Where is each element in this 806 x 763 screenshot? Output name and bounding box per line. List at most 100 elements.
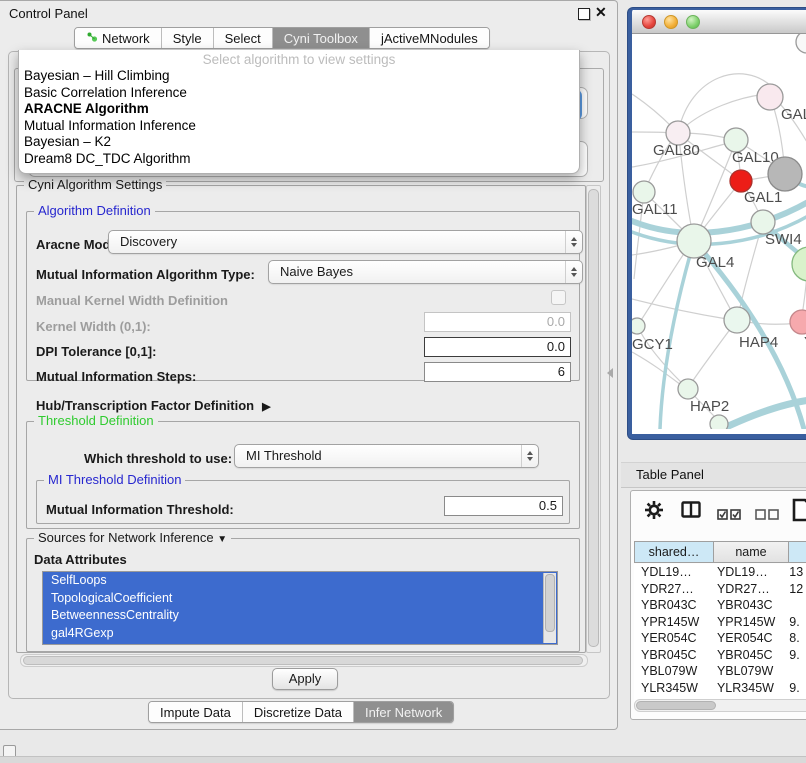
table-cell[interactable]: YBR043C [713,597,785,614]
table-cell[interactable]: 9. [785,647,806,664]
table-cell[interactable]: YER054C [634,630,713,647]
close-traffic-light-icon[interactable] [642,15,656,29]
column-header-name[interactable]: name [713,541,788,563]
table-cell[interactable]: YLR345W [634,680,713,697]
tab-impute-data[interactable]: Impute Data [149,702,243,722]
network-edge-highlighted[interactable] [722,400,806,429]
tab-cyni-toolbox[interactable]: Cyni Toolbox [273,28,370,48]
apply-button[interactable]: Apply [272,668,338,690]
attribute-option-selected[interactable]: BetweennessCentrality [43,607,557,625]
algorithm-option[interactable]: Mutual Information Inference [19,118,579,135]
which-threshold-combo[interactable]: MI Threshold [234,444,539,468]
network-graph[interactable]: GAL7GAL80GAL10GAL1GAL11SWI4GAL4GCY1HAP4Y… [632,34,806,429]
zoom-traffic-light-icon[interactable] [686,15,700,29]
network-edge[interactable] [632,352,681,385]
list-scrollbar[interactable] [543,573,556,643]
close-icon[interactable]: ✕ [595,4,607,21]
table-cell[interactable]: YBR045C [713,647,785,664]
network-node[interactable] [768,157,802,191]
table-row[interactable]: YDL19…YDL19…13 [634,564,806,581]
minimize-traffic-light-icon[interactable] [664,15,678,29]
split-columns-icon[interactable] [681,501,701,522]
aracne-mode-combo[interactable]: Discovery [108,230,583,254]
tab-select[interactable]: Select [214,28,273,48]
table-cell[interactable]: 8. [785,630,806,647]
table-horizontal-scrollbar[interactable] [634,699,806,712]
algorithm-option[interactable]: Bayesian – Hill Climbing [19,68,579,85]
table-cell[interactable]: YDL19… [634,564,713,581]
table-cell[interactable]: YBR043C [634,597,713,614]
settings-vertical-scrollbar[interactable] [586,185,601,653]
algorithm-option[interactable]: Bayesian – K2 [19,134,579,151]
table-row[interactable]: YBR045CYBR045C9. [634,647,806,664]
dpi-tolerance-field[interactable]: 0.0 [424,337,571,357]
float-window-icon[interactable] [578,8,590,20]
network-node[interactable] [710,415,728,429]
table-cell[interactable]: YDR27… [713,581,785,598]
algorithm-option[interactable]: Dream8 DC_TDC Algorithm [19,151,579,168]
table-row[interactable]: YLR345WYLR345W9. [634,680,806,697]
table-cell[interactable]: YBR045C [634,647,713,664]
tab-jactivemnodules[interactable]: jActiveMNodules [370,28,489,48]
table-cell[interactable]: YBL079W [713,663,785,680]
network-edge[interactable] [632,94,672,127]
mi-type-combo[interactable]: Naive Bayes [268,260,583,284]
table-row[interactable]: YPR145WYPR145W9. [634,614,806,631]
table-cell[interactable]: YDR27… [634,581,713,598]
network-node-hap4[interactable] [724,307,750,333]
tab-discretize-data[interactable]: Discretize Data [243,702,354,722]
table-cell[interactable]: YPR145W [713,614,785,631]
network-edge[interactable] [638,249,687,325]
scrollbar-thumb[interactable] [588,189,599,647]
settings-horizontal-scrollbar[interactable] [20,654,588,667]
table-row[interactable]: YDR27…YDR27…12 [634,581,806,598]
gear-icon[interactable] [643,499,665,524]
table-cell[interactable]: 9. [785,680,806,697]
network-node-y[interactable] [790,310,806,334]
table-cell[interactable]: 12 [785,581,806,598]
table-row[interactable]: YER054CYER054C8. [634,630,806,647]
table-cell[interactable]: YBL079W [634,663,713,680]
attribute-option-selected[interactable]: gal4RGexp [43,625,557,643]
attribute-option-selected[interactable]: TopologicalCoefficient [43,590,557,608]
algorithm-option[interactable]: ARACNE Algorithm [19,101,579,118]
scrollbar-thumb[interactable] [23,656,583,665]
network-node-gal7[interactable] [757,84,783,110]
tab-infer-network[interactable]: Infer Network [354,702,453,722]
table-cell[interactable]: 9. [785,614,806,631]
data-attributes-list[interactable]: SelfLoopsTopologicalCoefficientBetweenne… [42,571,558,645]
network-window-titlebar[interactable] [632,10,806,34]
column-header-clipped[interactable] [788,541,806,563]
tab-network[interactable]: Network [75,28,162,48]
mi-threshold-field[interactable]: 0.5 [444,496,563,516]
kernel-width-field[interactable]: 0.0 [424,312,571,332]
new-table-icon[interactable] [791,497,806,526]
scrollbar-thumb[interactable] [545,574,555,632]
column-header-shared[interactable]: shared… [634,541,713,563]
panel-splitter-arrow[interactable] [607,368,613,378]
table-cell[interactable]: YDL19… [713,564,785,581]
table-cell[interactable] [785,597,806,614]
mi-steps-field[interactable]: 6 [424,362,571,382]
scrollbar-thumb[interactable] [636,701,716,710]
table-row[interactable]: YBL079WYBL079W [634,663,806,680]
attribute-option-selected[interactable]: SelfLoops [43,572,557,590]
network-node-gal4[interactable] [677,224,711,258]
network-edge-highlighted[interactable] [660,241,694,429]
network-node-gal11[interactable] [633,181,655,203]
network-edge[interactable] [678,74,772,133]
table-cell[interactable]: YER054C [713,630,785,647]
manual-kernel-width-checkbox[interactable] [551,290,566,305]
network-node-gcy1[interactable] [632,318,645,334]
table-cell[interactable]: YLR345W [713,680,785,697]
tab-style[interactable]: Style [162,28,214,48]
sources-group-title[interactable]: Sources for Network Inference ▼ [34,530,231,545]
table-cell[interactable] [785,663,806,680]
network-node[interactable] [796,34,806,53]
table-cell[interactable]: YPR145W [634,614,713,631]
table-cell[interactable]: 13 [785,564,806,581]
table-row[interactable]: YBR043CYBR043C [634,597,806,614]
network-node-hap2[interactable] [678,379,698,399]
unchecked-checkboxes-icon[interactable] [755,508,779,523]
hub-definition-expander[interactable]: Hub/Transcription Factor Definition▶ [36,398,271,413]
